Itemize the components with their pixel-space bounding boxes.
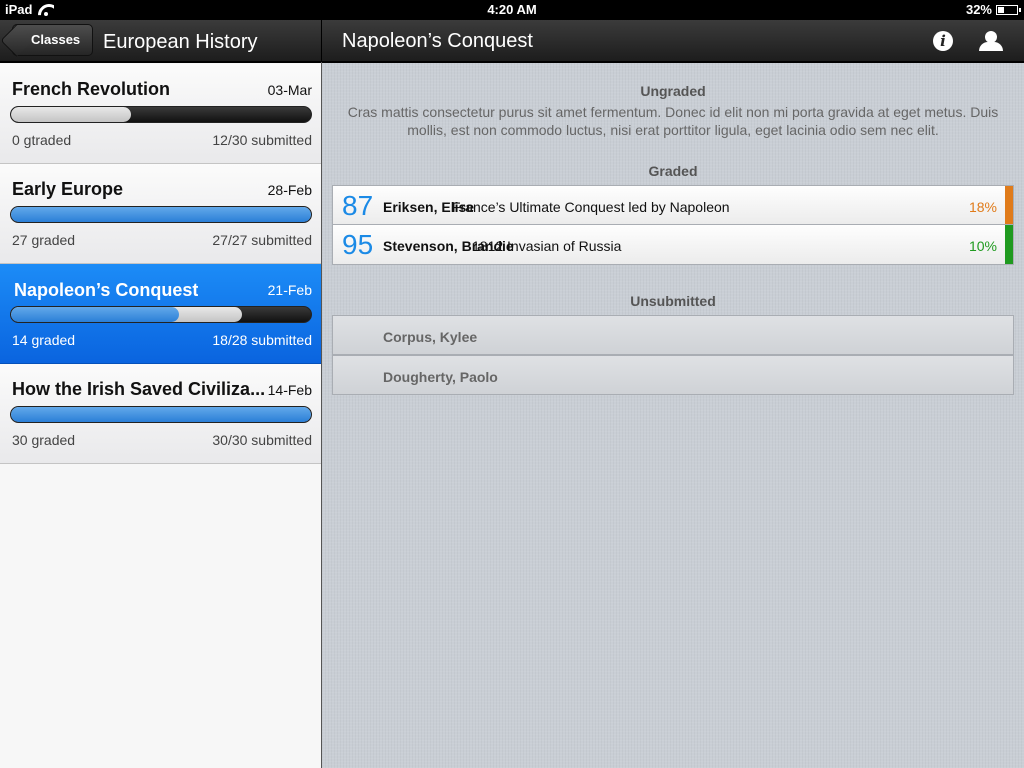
graded-progress: [11, 207, 311, 222]
progress-bar: [10, 306, 312, 323]
graded-row[interactable]: 95 Stevenson, Brandie 1812 Invasian of Rus…: [332, 225, 1014, 265]
submitted-count: 18/28 submitted: [212, 332, 312, 348]
back-button[interactable]: Classes: [12, 24, 94, 56]
graded-count: 14 graded: [12, 332, 76, 348]
battery: 32%: [965, 2, 1021, 17]
unsubmitted-row[interactable]: Dougherty, Paolo: [332, 355, 1014, 395]
master-navbar: Classes European History: [0, 20, 321, 62]
graded-count: 0 gtraded: [12, 132, 72, 148]
detail-title: Napoleon’s Conquest: [342, 30, 533, 52]
info-icon[interactable]: i: [933, 31, 953, 51]
status-strip: [1005, 225, 1013, 264]
submitted-progress: [11, 107, 131, 122]
back-button-label: Classes: [31, 32, 81, 47]
progress-bar: [10, 106, 312, 123]
submitted-count: 12/30 submitted: [212, 132, 312, 148]
score: 87: [342, 190, 374, 221]
unsubmitted-row[interactable]: Corpus, Kylee: [332, 315, 1014, 355]
student-name: Corpus, Kylee: [383, 329, 478, 345]
detail-navbar: Napoleon’s Conquest i: [322, 20, 1024, 62]
graded-count: 30 graded: [12, 432, 76, 448]
class-date: 03-Mar: [267, 82, 312, 98]
detail-panel: Ungraded Cras mattis consectetur purus s…: [322, 63, 1024, 768]
graded-progress: [11, 407, 311, 422]
graded-heading: Graded: [648, 163, 698, 179]
class-date: 21-Feb: [267, 282, 312, 298]
progress-bar: [10, 206, 312, 223]
class-name: Napoleon’s Conquest: [14, 280, 199, 300]
class-name: How the Irish Saved Civiliza...: [12, 379, 266, 399]
submitted-count: 30/30 submitted: [212, 432, 312, 448]
class-list: French Revolution 03-Mar 0 gtraded 12/30 su…: [0, 63, 321, 768]
clock: 4:20 AM: [487, 2, 537, 17]
progress-bar: [10, 406, 312, 423]
battery-percent: 32%: [965, 2, 992, 17]
ungraded-description: Cras mattis consectetur purus sit amet f…: [347, 104, 999, 138]
unsubmitted-heading: Unsubmitted: [630, 293, 716, 309]
percent: 10%: [968, 238, 997, 254]
class-list-item[interactable]: Early Europe 28-Feb 27 graded 27/27 submitt…: [0, 164, 321, 264]
class-date: 28-Feb: [267, 182, 312, 198]
class-list-item[interactable]: French Revolution 03-Mar 0 gtraded 12/30 su…: [0, 64, 321, 164]
status-bar: iPad 4:20 AM 32%: [0, 0, 1024, 20]
submitted-count: 27/27 submitted: [212, 232, 312, 248]
class-name: Early Europe: [12, 179, 124, 199]
graded-progress: [11, 307, 179, 322]
master-title: European History: [103, 31, 258, 53]
assignment-title: France’s Ultimate Conquest led by Napole…: [452, 199, 730, 215]
percent: 18%: [968, 199, 997, 215]
class-list-item[interactable]: How the Irish Saved Civiliza... 14-Feb 30 …: [0, 364, 321, 464]
status-strip: [1005, 186, 1013, 224]
graded-row[interactable]: 87 Eriksen, Elise France’s Ultimate Conque…: [332, 185, 1014, 225]
graded-count: 27 graded: [12, 232, 76, 248]
class-name: French Revolution: [12, 79, 171, 99]
student-name: Dougherty, Paolo: [383, 369, 498, 385]
user-icon[interactable]: [979, 31, 1003, 51]
assignment-title: 1812 Invasian of Russia: [472, 238, 622, 254]
score: 95: [342, 229, 374, 260]
class-date: 14-Feb: [267, 382, 312, 398]
class-list-item[interactable]: Napoleon’s Conquest 21-Feb 14 graded 18/28 …: [0, 264, 321, 364]
battery-icon: [996, 4, 1021, 15]
ungraded-heading: Ungraded: [640, 83, 706, 99]
